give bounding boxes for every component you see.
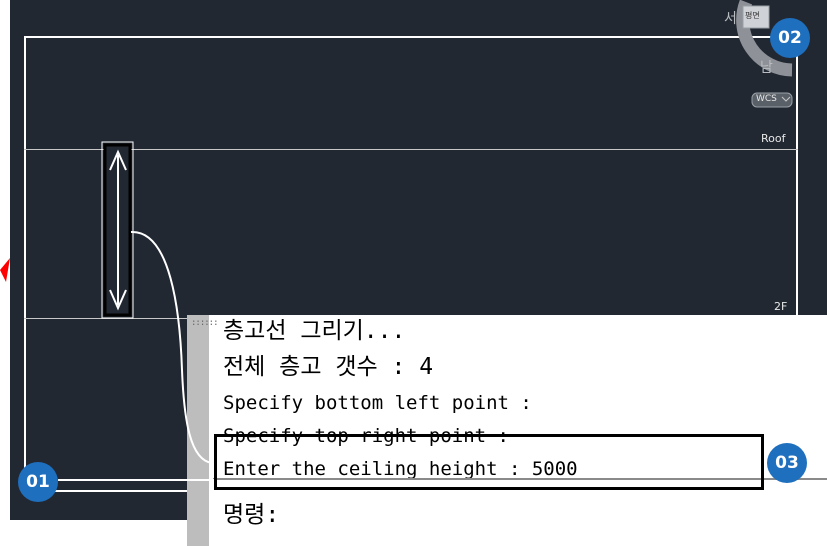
height-dimension-indicator bbox=[101, 141, 134, 319]
red-arrow-icon bbox=[0, 258, 10, 282]
connector-curve bbox=[130, 230, 213, 464]
callout-badge-03: 03 bbox=[767, 443, 807, 483]
callout-badge-02: 02 bbox=[770, 18, 810, 58]
callout-badge-01: 01 bbox=[18, 462, 58, 502]
annotation-overlay bbox=[0, 141, 214, 481]
